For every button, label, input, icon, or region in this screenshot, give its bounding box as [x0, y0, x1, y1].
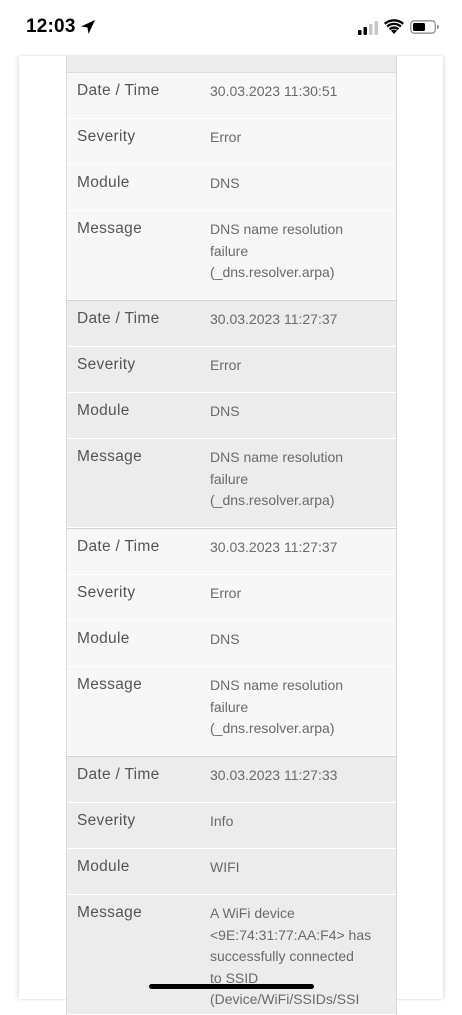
severity-value: Error: [210, 357, 242, 373]
module-row: Module DNS: [67, 393, 396, 439]
severity-row: Severity Info: [67, 803, 396, 849]
severity-row: Severity Error: [67, 575, 396, 621]
message-line: failure: [210, 698, 249, 715]
severity-label: Severity: [77, 356, 136, 373]
message-line: failure: [210, 242, 249, 259]
message-line: (_dns.resolver.arpa): [210, 492, 335, 508]
datetime-value: 30.03.2023 11:27:37: [210, 539, 338, 555]
message-label: Message: [77, 904, 142, 921]
message-row: Message DNS name resolution failure (_dn…: [67, 211, 396, 300]
message-line: (_dns.resolver.arpa): [210, 264, 335, 280]
message-line: DNS name resolution: [210, 677, 344, 693]
datetime-label: Date / Time: [77, 310, 160, 327]
datetime-row: Date / Time 30.03.2023 11:30:51: [67, 73, 396, 119]
module-value: DNS: [210, 631, 240, 647]
module-value: DNS: [210, 175, 240, 191]
message-row: Message DNS name resolution failure (_dn…: [67, 667, 396, 756]
message-value: DNS name resolution failure (_dns.resolv…: [210, 439, 396, 527]
message-value: DNS name resolution failure (_dns.resolv…: [210, 211, 396, 299]
module-label: Module: [77, 858, 130, 875]
message-value: A WiFi device <9E:74:31:77:AA:F4> has su…: [210, 895, 396, 1014]
severity-label: Severity: [77, 812, 136, 829]
severity-label: Severity: [77, 128, 136, 145]
severity-value: Error: [210, 585, 242, 601]
message-row: Message A WiFi device <9E:74:31:77:AA:F4…: [67, 895, 396, 1015]
message-value: DNS name resolution failure (_dns.resolv…: [210, 667, 396, 755]
module-value: DNS: [210, 403, 240, 419]
event-log-table: Date / Time 30.03.2023 11:30:51 Severity…: [66, 56, 397, 1015]
log-entry: Date / Time 30.03.2023 11:27:37 Severity…: [67, 301, 396, 528]
status-bar: 12:03: [0, 0, 462, 56]
datetime-row: Date / Time 30.03.2023 11:27:37: [67, 301, 396, 347]
log-entry: Date / Time 30.03.2023 11:27:33 Severity…: [67, 757, 396, 1015]
datetime-label: Date / Time: [77, 82, 160, 99]
module-row: Module DNS: [67, 621, 396, 667]
severity-value: Info: [210, 813, 234, 829]
severity-row: Severity Error: [67, 119, 396, 165]
datetime-value: 30.03.2023 11:27:37: [210, 311, 338, 327]
previous-entry-remnant: [67, 56, 396, 73]
module-row: Module DNS: [67, 165, 396, 211]
message-line: A WiFi device: [210, 905, 295, 921]
message-label: Message: [77, 220, 142, 237]
log-entry: Date / Time 30.03.2023 11:30:51 Severity…: [67, 73, 396, 300]
module-label: Module: [77, 402, 130, 419]
message-line: (_dns.resolver.arpa): [210, 720, 335, 736]
datetime-value: 30.03.2023 11:30:51: [210, 83, 338, 99]
message-row: Message DNS name resolution failure (_dn…: [67, 439, 396, 528]
datetime-value: 30.03.2023 11:27:33: [210, 767, 338, 783]
message-line: (Device/WiFi/SSIDs/SSI: [210, 991, 360, 1007]
message-label: Message: [77, 676, 142, 693]
log-entry: Date / Time 30.03.2023 11:27:37 Severity…: [67, 529, 396, 756]
message-line: successfully connected: [210, 948, 354, 964]
module-label: Module: [77, 630, 130, 647]
wifi-icon: [384, 19, 404, 34]
location-arrow-icon: [81, 20, 95, 34]
message-line: DNS name resolution: [210, 221, 344, 237]
message-line: DNS name resolution: [210, 449, 344, 465]
module-label: Module: [77, 174, 130, 191]
severity-value: Error: [210, 129, 242, 145]
message-line: <9E:74:31:77:AA:F4> has: [210, 926, 372, 943]
cellular-signal-icon: [358, 21, 378, 35]
severity-row: Severity Error: [67, 347, 396, 393]
module-row: Module WIFI: [67, 849, 396, 895]
battery-icon: [410, 20, 439, 34]
datetime-row: Date / Time 30.03.2023 11:27:33: [67, 757, 396, 803]
datetime-label: Date / Time: [77, 766, 160, 783]
home-indicator[interactable]: [149, 984, 314, 989]
severity-label: Severity: [77, 584, 136, 601]
datetime-row: Date / Time 30.03.2023 11:27:37: [67, 529, 396, 575]
module-value: WIFI: [210, 859, 240, 875]
datetime-label: Date / Time: [77, 538, 160, 555]
message-line: failure: [210, 470, 249, 487]
status-time: 12:03: [26, 16, 76, 37]
message-label: Message: [77, 448, 142, 465]
